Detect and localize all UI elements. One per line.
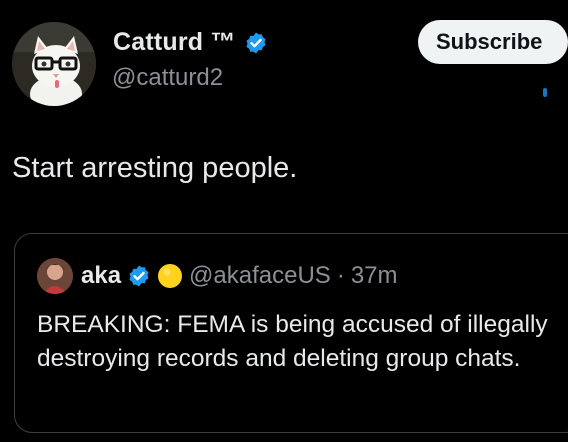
- quoted-tweet-text: BREAKING: FEMA is being accused of illeg…: [37, 311, 548, 372]
- user-avatar-icon: [37, 258, 73, 294]
- tweet: Catturd ™ @catturd2 Subscribe Start arre…: [0, 0, 568, 442]
- quoted-tweet-header: aka @akafaceUS · 37m: [81, 258, 398, 294]
- quoted-tweet-time[interactable]: 37m: [351, 262, 398, 290]
- quoted-tweet-card[interactable]: aka @akafaceUS · 37m BREAKING: FEMA is b…: [14, 233, 568, 433]
- scroll-indicator: [543, 88, 547, 97]
- quoted-author-avatar[interactable]: [37, 258, 73, 294]
- separator-dot: ·: [336, 262, 345, 289]
- subscribe-button[interactable]: Subscribe: [418, 20, 568, 64]
- verified-badge-icon: [127, 264, 151, 288]
- quoted-author-handle[interactable]: @akafaceUS: [189, 262, 331, 290]
- author-display-name[interactable]: Catturd ™: [113, 28, 236, 57]
- author-handle[interactable]: @catturd2: [112, 64, 223, 92]
- quoted-author-name[interactable]: aka: [81, 262, 121, 290]
- cat-avatar-icon: [12, 22, 96, 106]
- author-name-row: Catturd ™: [113, 28, 268, 57]
- tweet-text: Start arresting people.: [12, 152, 298, 184]
- yellow-circle-badge-icon: [157, 263, 183, 289]
- verified-badge-icon: [244, 31, 268, 55]
- author-avatar[interactable]: [12, 22, 96, 106]
